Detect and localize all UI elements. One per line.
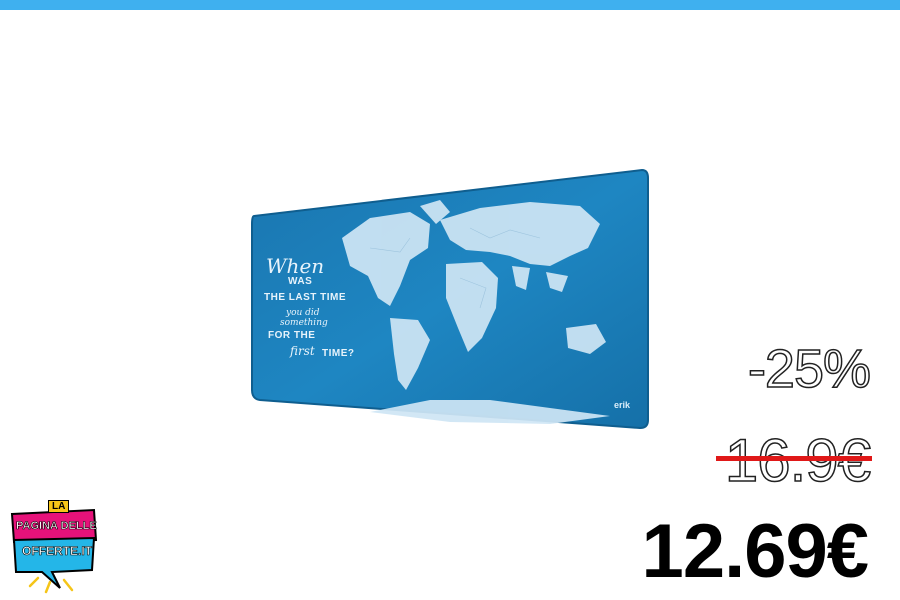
- pad-quote-was: WAS: [288, 276, 313, 287]
- product-image: When WAS THE LAST TIME you did something…: [250, 168, 650, 430]
- pad-brand-logo: erik: [614, 400, 631, 410]
- logo-la: LA: [48, 500, 70, 513]
- old-price-strikethrough: [716, 456, 872, 461]
- pad-quote-for-the: FOR THE: [268, 330, 316, 341]
- pad-quote-time: TIME?: [322, 348, 355, 359]
- new-price: 12.69€: [641, 509, 869, 594]
- top-accent-bar: [0, 0, 900, 10]
- pad-quote-when: When: [266, 254, 325, 278]
- discount-percent: -25%: [747, 338, 872, 400]
- pad-quote-first: first: [290, 344, 315, 358]
- site-logo: LA PAGINA DELLE OFFERTE.IT: [8, 500, 100, 596]
- pad-quote-something: something: [280, 318, 328, 328]
- logo-line2: OFFERTE.IT: [22, 544, 93, 559]
- logo-line1: PAGINA DELLE: [16, 520, 97, 533]
- pad-quote-last-time: THE LAST TIME: [264, 292, 347, 303]
- pad-quote-you-did: you did: [286, 308, 320, 318]
